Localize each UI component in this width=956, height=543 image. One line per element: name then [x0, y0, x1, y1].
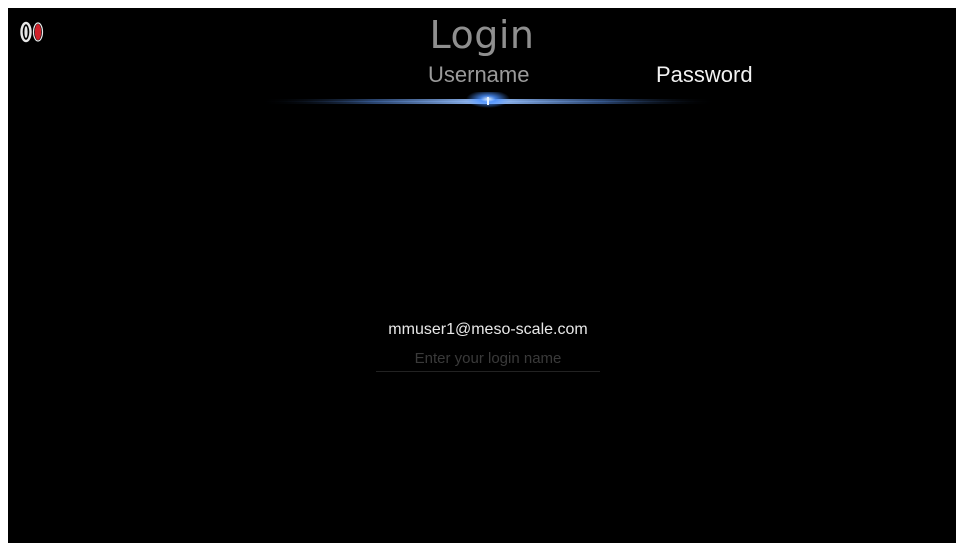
login-screen: Login Username Password mmuser1@meso-sca…	[8, 8, 956, 543]
tab-selection-indicator	[258, 90, 718, 112]
username-value[interactable]: mmuser1@meso-scale.com	[376, 319, 600, 341]
tab-password[interactable]: Password	[656, 61, 753, 89]
field-underline	[376, 371, 600, 372]
tab-username[interactable]: Username	[428, 61, 529, 89]
page-title: Login	[429, 13, 535, 57]
username-placeholder: Enter your login name	[414, 350, 562, 367]
username-field[interactable]: mmuser1@meso-scale.com Enter your login …	[376, 317, 600, 373]
